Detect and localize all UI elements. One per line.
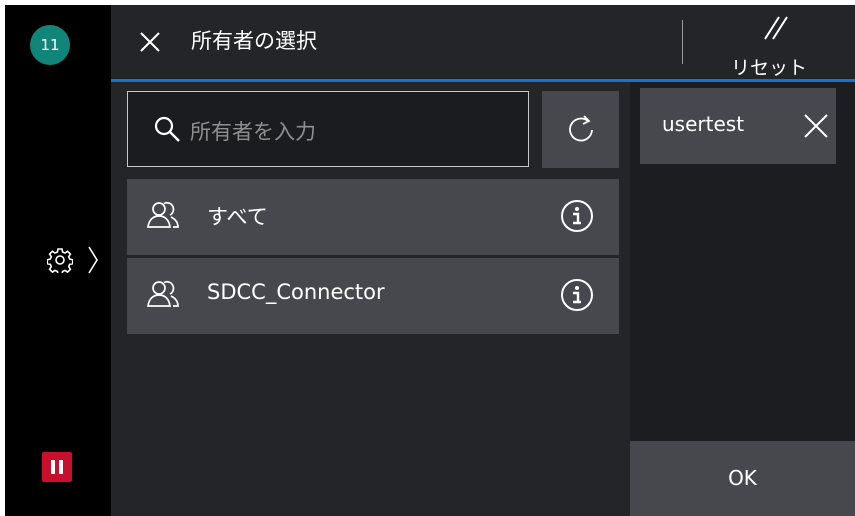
group-icon: [147, 280, 179, 307]
search-placeholder: 所有者を入力: [190, 120, 316, 144]
close-button[interactable]: [133, 25, 167, 59]
settings-toggle[interactable]: [47, 245, 107, 275]
chevron-right-icon: [88, 246, 98, 274]
selected-owner-chip[interactable]: usertest: [640, 88, 836, 164]
side-rail: 11: [5, 5, 111, 516]
owner-list-item-all[interactable]: すべて: [127, 179, 619, 255]
selected-owners-panel: usertest OK: [630, 82, 855, 516]
dialog-header: 所有者の選択 リセット: [111, 5, 855, 79]
reset-icon: [764, 16, 788, 40]
refresh-button[interactable]: [542, 91, 619, 168]
owner-list-item-sdcc-connector[interactable]: SDCC_Connector: [127, 258, 619, 334]
owner-select-dialog: 所有者の選択 リセット 所有者を入力 すべて SDCC_Connector us…: [111, 5, 855, 516]
device-screen: 11 所有者の選択 リセット 所有者を入力 すべて SDCC_Connector…: [5, 5, 855, 516]
search-icon: [154, 116, 180, 142]
close-icon: [140, 32, 160, 52]
job-count-badge[interactable]: 11: [30, 25, 70, 65]
info-icon[interactable]: [559, 198, 595, 234]
page-title: 所有者の選択: [191, 29, 317, 53]
group-icon: [147, 201, 179, 228]
reset-button[interactable]: リセット: [711, 11, 841, 79]
info-icon[interactable]: [559, 277, 595, 313]
ok-button[interactable]: OK: [630, 441, 855, 516]
header-divider: [682, 20, 683, 64]
refresh-icon: [569, 115, 593, 142]
reset-label: リセット: [731, 57, 808, 79]
list-item-label: SDCC_Connector: [207, 280, 385, 304]
pause-icon: [51, 460, 55, 474]
selected-owner-label: usertest: [662, 112, 745, 136]
owner-search-input[interactable]: 所有者を入力: [127, 91, 529, 167]
list-item-label: すべて: [207, 205, 268, 229]
gear-icon: [47, 248, 73, 273]
remove-icon[interactable]: [800, 110, 832, 142]
pause-button[interactable]: [42, 452, 72, 482]
